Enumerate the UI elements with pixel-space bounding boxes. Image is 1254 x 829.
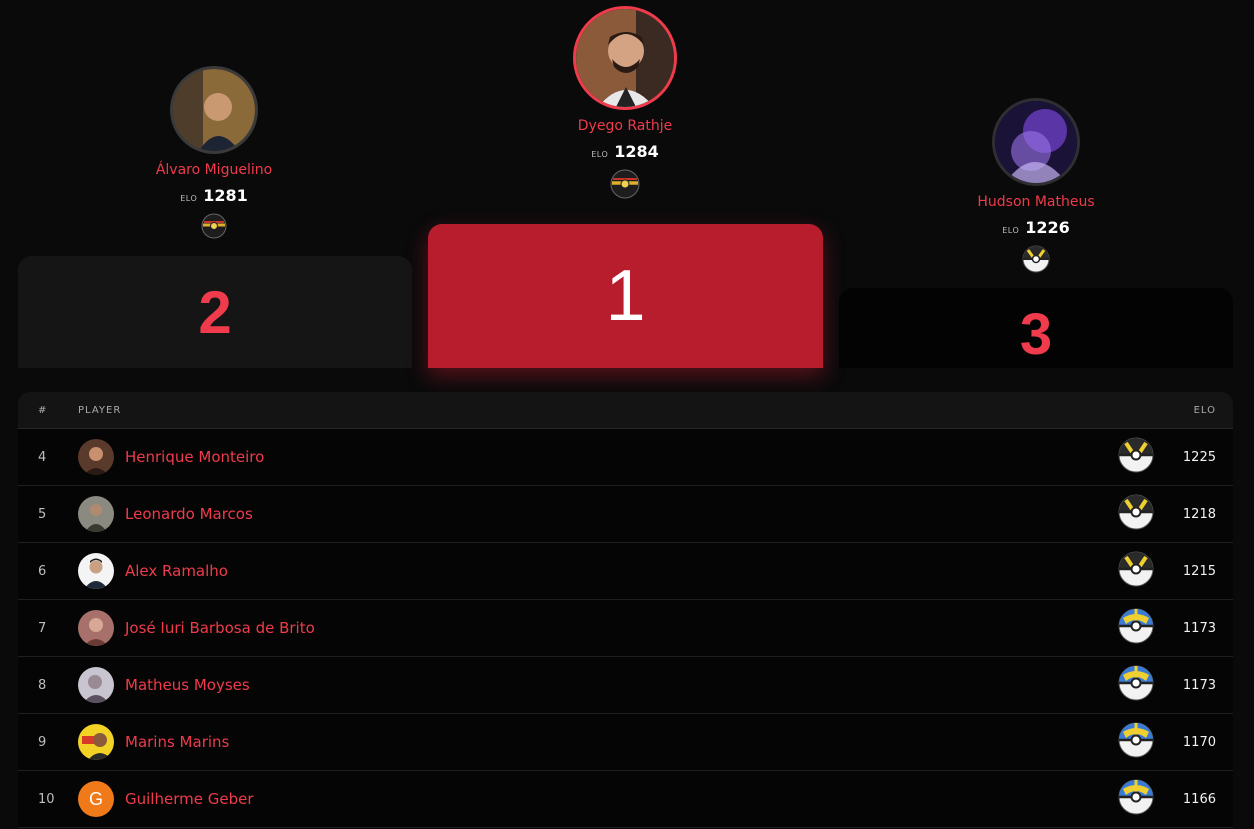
quick-ball-icon	[1118, 779, 1154, 819]
quick-ball-icon	[1118, 608, 1154, 648]
elo-cell: 1166	[1182, 791, 1216, 807]
elo-display: ELO 1281	[180, 186, 248, 205]
rank-cell: 8	[38, 677, 47, 693]
elo-cell: 1215	[1182, 563, 1216, 579]
table-row[interactable]: 10 G Guilherme Geber 1166	[18, 771, 1233, 828]
player-name[interactable]: Matheus Moyses	[125, 676, 250, 694]
table-row[interactable]: 8 Matheus Moyses 1173	[18, 657, 1233, 714]
quick-ball-icon	[1118, 665, 1154, 705]
avatar[interactable]	[78, 496, 114, 532]
player-cell: José Iuri Barbosa de Brito	[78, 610, 1118, 646]
elo-column-header: ELO	[1193, 404, 1216, 416]
elo-cell: 1173	[1182, 677, 1216, 693]
table-row[interactable]: 6 Alex Ramalho 1215	[18, 543, 1233, 600]
quick-ball-icon	[1118, 722, 1154, 762]
player-name[interactable]: Marins Marins	[125, 733, 229, 751]
podium-second-place: Álvaro Miguelino ELO 1281	[114, 66, 314, 243]
player-name[interactable]: Hudson Matheus	[977, 194, 1094, 210]
rank-cell: 7	[38, 620, 47, 636]
rank-column-header: #	[38, 404, 48, 416]
elo-label: ELO	[1002, 226, 1020, 235]
player-cell: Marins Marins	[78, 724, 1118, 760]
table-row[interactable]: 7 José Iuri Barbosa de Brito 1173	[18, 600, 1233, 657]
player-column-header: PLAYER	[78, 404, 122, 416]
avatar[interactable]	[573, 6, 677, 110]
table-row[interactable]: 5 Leonardo Marcos 1218	[18, 486, 1233, 543]
podium-block-third: 3	[839, 288, 1233, 368]
avatar[interactable]: G	[78, 781, 114, 817]
elo-value: 1226	[1025, 218, 1070, 237]
rank-cell: 9	[38, 734, 47, 750]
player-name[interactable]: Leonardo Marcos	[125, 505, 253, 523]
player-name[interactable]: Henrique Monteiro	[125, 448, 264, 466]
ultra-ball-icon	[1022, 245, 1050, 277]
elo-label: ELO	[180, 194, 198, 203]
avatar[interactable]	[78, 724, 114, 760]
player-name[interactable]: Alex Ramalho	[125, 562, 228, 580]
avatar-initial: G	[88, 788, 103, 809]
avatar[interactable]	[78, 667, 114, 703]
avatar[interactable]	[78, 553, 114, 589]
elo-label: ELO	[591, 150, 609, 159]
elo-cell: 1170	[1182, 734, 1216, 750]
elo-cell: 1218	[1182, 506, 1216, 522]
player-cell: G Guilherme Geber	[78, 781, 1118, 817]
table-row[interactable]: 4 Henrique Monteiro 1225	[18, 429, 1233, 486]
elo-display: ELO 1284	[591, 142, 659, 161]
avatar[interactable]	[170, 66, 258, 154]
avatar[interactable]	[992, 98, 1080, 186]
podium-block-second: 2	[18, 256, 412, 368]
leaderboard-table: # PLAYER ELO 4 Henrique Monteiro 1225 5 …	[18, 392, 1233, 828]
ultra-ball-icon	[1118, 551, 1154, 591]
table-header: # PLAYER ELO	[18, 392, 1233, 429]
avatar[interactable]	[78, 610, 114, 646]
ultra-ball-icon	[1118, 437, 1154, 477]
table-row[interactable]: 9 Marins Marins 1170	[18, 714, 1233, 771]
podium-first-place: Dyego Rathje ELO 1284	[525, 6, 725, 203]
player-name[interactable]: Dyego Rathje	[578, 118, 672, 134]
rank-cell: 4	[38, 449, 47, 465]
elo-display: ELO 1226	[1002, 218, 1070, 237]
avatar[interactable]	[78, 439, 114, 475]
podium-third-place: Hudson Matheus ELO 1226	[936, 98, 1136, 277]
player-cell: Leonardo Marcos	[78, 496, 1118, 532]
luxury-ball-icon	[610, 169, 640, 203]
elo-cell: 1225	[1182, 449, 1216, 465]
player-name[interactable]: Guilherme Geber	[125, 790, 253, 808]
player-name[interactable]: Álvaro Miguelino	[156, 162, 272, 178]
rank-cell: 5	[38, 506, 47, 522]
player-name[interactable]: José Iuri Barbosa de Brito	[125, 619, 315, 637]
ultra-ball-icon	[1118, 494, 1154, 534]
player-cell: Alex Ramalho	[78, 553, 1118, 589]
rank-cell: 10	[38, 791, 55, 807]
player-cell: Henrique Monteiro	[78, 439, 1118, 475]
rank-cell: 6	[38, 563, 47, 579]
player-cell: Matheus Moyses	[78, 667, 1118, 703]
elo-value: 1281	[203, 186, 248, 205]
elo-cell: 1173	[1182, 620, 1216, 636]
elo-value: 1284	[614, 142, 659, 161]
luxury-ball-icon	[201, 213, 227, 243]
podium-block-first: 1	[428, 224, 823, 368]
